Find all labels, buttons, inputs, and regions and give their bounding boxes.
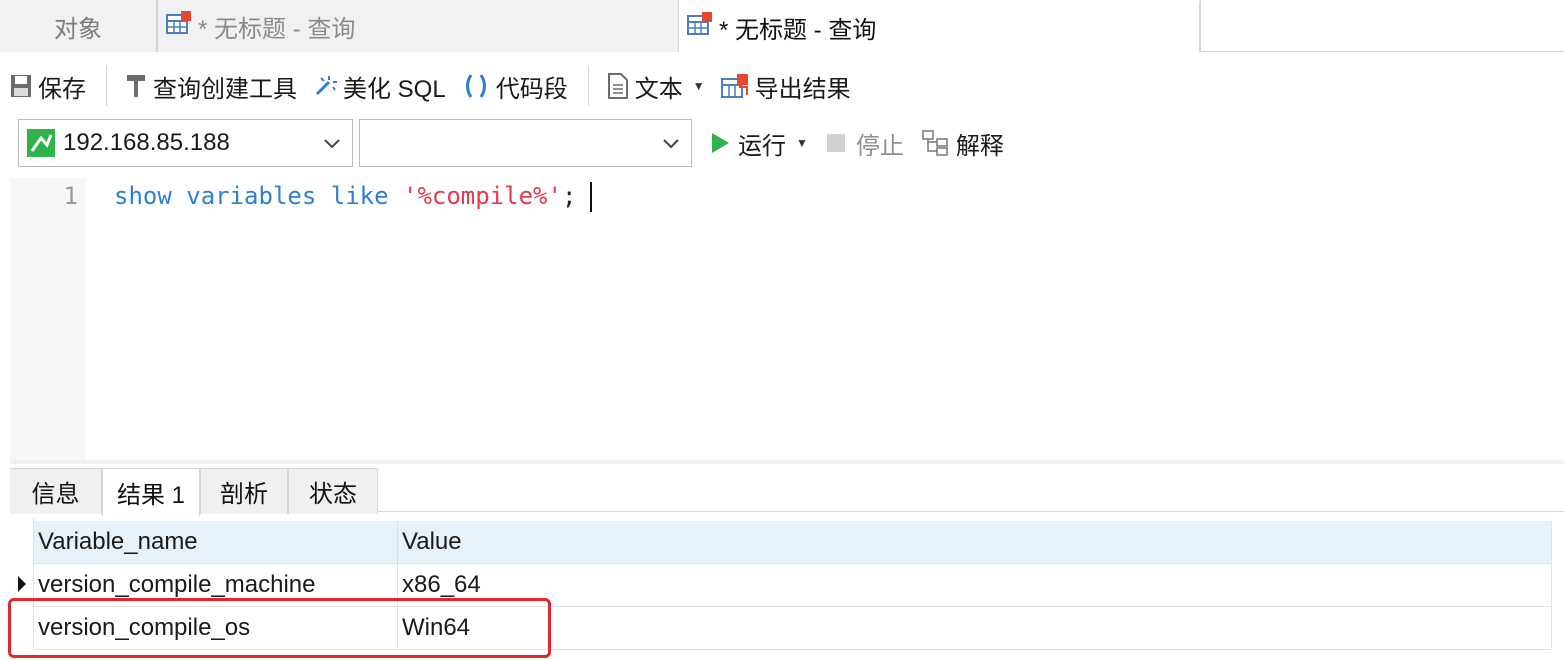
sql-code-line[interactable]: show variables like '%compile%'; [114,182,593,212]
hammer-icon [125,73,147,99]
run-button[interactable]: 运行 ▼ [710,126,808,161]
connection-row: 192.168.85.188 运行 ▼ 停止 解释 [18,118,1564,168]
save-label: 保存 [38,75,86,103]
text-mode-dropdown[interactable]: 文本 ▼ [607,66,705,106]
tab-profile-label: 剖析 [220,481,268,508]
tab-status[interactable]: 状态 [288,468,378,514]
sql-keyword: show [114,182,172,210]
tab-objects[interactable]: 对象 [0,0,157,52]
sql-semicolon: ; [561,182,577,210]
tab-query-2-label: * 无标题 - 查询 [719,16,877,44]
tab-bar: 对象 * 无标题 - 查询 * 无标题 - 查询 [0,0,1564,52]
magic-wand-icon [313,74,337,98]
result-tabs: 信息 结果 1 剖析 状态 [10,460,1564,516]
toolbar: 保存 查询创建工具 美化 SQL 代码段 文本 ▼ 导出结果 [10,60,1564,112]
line-number: 1 [63,182,78,210]
document-icon [607,73,629,99]
column-header-label: Variable_name [38,528,198,555]
tab-bar-empty-area [1200,0,1564,52]
run-label: 运行 [738,132,786,160]
column-header-value[interactable]: Value [398,521,1552,563]
parentheses-icon [462,73,490,99]
explain-label: 解释 [955,132,1004,160]
beautify-sql-button[interactable]: 美化 SQL [313,66,446,106]
save-icon [10,74,32,98]
play-icon [710,132,730,154]
export-table-icon [720,73,749,99]
connection-select[interactable]: 192.168.85.188 [18,119,353,167]
code-snippet-label: 代码段 [495,75,568,103]
toolbar-divider [106,66,107,106]
query-table-icon [687,11,713,43]
run-controls: 运行 ▼ 停止 解释 [710,126,1022,161]
table-cell[interactable]: Win64 [398,607,1552,649]
highlight-annotation-box [8,598,551,658]
column-header-variable-name[interactable]: Variable_name [34,521,398,563]
cell-text: x86_64 [402,571,481,598]
toolbar-divider [587,66,589,106]
table-header-row: Variable_name Value [34,521,1552,564]
tab-info-label: 信息 [31,481,80,508]
column-header-label: Value [402,528,462,555]
mysql-connection-icon [27,129,55,157]
sql-keyword: variables [186,182,317,210]
query-builder-label: 查询创建工具 [153,75,297,103]
sql-editor[interactable]: 1 show variables like '%compile%'; [10,178,1564,460]
save-button[interactable]: 保存 [10,66,86,106]
export-results-button[interactable]: 导出结果 [720,66,851,106]
stop-label: 停止 [855,132,904,160]
table-cell[interactable]: x86_64 [398,564,1552,606]
tab-status-label: 状态 [309,481,357,508]
sql-string-literal: '%compile%' [403,182,562,210]
dropdown-caret-icon: ▼ [796,136,808,150]
chevron-down-icon [661,132,681,160]
current-row-indicator-icon [17,575,27,598]
database-select[interactable] [359,119,692,167]
sql-keyword: like [330,182,389,210]
tab-info[interactable]: 信息 [10,468,102,514]
tab-query-1-label: * 无标题 - 查询 [198,15,356,43]
text-cursor [590,182,593,212]
explain-tree-icon [922,130,950,156]
tab-profile[interactable]: 剖析 [200,468,288,514]
tab-query-2-active[interactable]: * 无标题 - 查询 [679,0,1200,52]
beautify-sql-label: 美化 SQL [343,75,446,103]
stop-icon [826,133,846,153]
text-mode-label: 文本 [634,75,683,103]
code-snippet-button[interactable]: 代码段 [462,66,568,106]
tab-query-1[interactable]: * 无标题 - 查询 [157,0,679,52]
dropdown-caret-icon: ▼ [692,79,705,93]
export-results-label: 导出结果 [754,75,851,103]
tab-result-1[interactable]: 结果 1 [102,468,200,516]
tab-objects-label: 对象 [54,15,102,43]
line-number-gutter: 1 [10,178,86,460]
tab-result-1-label: 结果 1 [116,482,185,509]
query-table-icon [166,10,192,42]
query-builder-button[interactable]: 查询创建工具 [125,66,297,106]
stop-button[interactable]: 停止 [826,126,904,161]
connection-host: 192.168.85.188 [63,129,230,156]
explain-button[interactable]: 解释 [922,126,1004,161]
chevron-down-icon [322,132,342,160]
cell-text: version_compile_machine [38,571,316,598]
